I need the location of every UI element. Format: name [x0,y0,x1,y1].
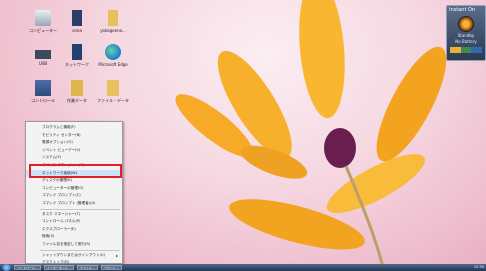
gadget-status-battery: No Battery [455,39,477,44]
taskbar: コントロール... インターネット... ファイル... コマンド... 12:… [0,264,486,271]
taskbar-button-2[interactable]: インターネット... [43,265,74,270]
music-folder-icon [107,80,119,96]
desktop-icon-label: yokogoeno... [100,28,126,33]
start-button[interactable] [2,264,11,271]
menu-separator [40,208,120,210]
recycle-bin-icon [35,10,51,26]
system-clock[interactable]: 12:34 [474,264,484,271]
gadget-button-3[interactable] [471,47,483,53]
context-menu-item[interactable]: シャットダウンまたはサインアウト(U) ▸ [26,252,122,260]
context-menu-item[interactable]: イベント ビューアー(V) [26,147,122,155]
folder-icon [108,10,118,26]
desktop-icon-edge[interactable]: Microsoft Edge [92,44,134,67]
edge-icon [105,44,121,60]
gadget-button-bar [450,47,483,53]
menu-separator [40,249,120,251]
context-menu-item[interactable]: モビリティ センター(B) [26,132,122,140]
flower-center [324,128,356,168]
desktop-icon-folder[interactable]: yokogoeno... [92,10,134,33]
taskbar-button-3[interactable]: ファイル... [76,265,98,270]
taskbar-button-1[interactable]: コントロール... [14,265,41,270]
context-menu-item[interactable]: エクスプローラー(E) [26,226,122,234]
flower-petals [175,0,447,250]
context-menu-item[interactable]: タスク マネージャー(T) [26,211,122,219]
submenu-arrow-icon: ▸ [115,252,118,258]
context-menu-item[interactable]: コマンド プロンプト (管理者)(A) [26,200,122,208]
context-menu-item[interactable]: システム(Y) [26,154,122,162]
desktop-icon-files[interactable]: ファイル・データ [92,80,134,103]
context-menu-item[interactable]: ディスクの管理(K) [26,177,122,185]
desktop-icon-label: Microsoft Edge [98,62,128,67]
gadget-button-2[interactable] [460,47,472,53]
context-menu-item[interactable]: コンピューターの管理(G) [26,185,122,193]
context-menu-item[interactable]: 検索(S) [26,233,122,241]
desktop: コンピューター sena yokogoeno... USB ネットワーク Mic… [0,0,486,271]
user-folder-icon [72,10,82,26]
data-folder-icon [71,80,83,96]
context-menu-item[interactable]: 電源オプション(O) [26,139,122,147]
context-menu-item[interactable]: プログラムと機能(F) [26,124,122,132]
context-menu-item[interactable]: コントロール パネル(P) [26,218,122,226]
desktop-icon-label: ファイル・データ [97,98,129,103]
drive-icon [35,50,51,59]
gadget-status-standby: Standby [457,33,475,38]
start-context-menu: プログラムと機能(F) モビリティ センター(B) 電源オプション(O) イベント ビ… [25,121,123,264]
context-menu-item[interactable]: コマンド プロンプト(C) [26,192,122,200]
network-folder-icon [72,44,82,60]
gadget-title: Instant On [449,7,476,13]
instant-on-gadget[interactable]: Instant On Standby No Battery [446,5,486,61]
control-panel-icon [35,80,51,96]
gadget-button-1[interactable] [450,47,461,53]
highlight-annotation-box [29,164,122,178]
taskbar-button-4[interactable]: コマンド... [100,265,122,270]
context-menu-item[interactable]: ファイル名を指定して実行(R) [26,241,122,249]
power-icon [458,16,474,32]
